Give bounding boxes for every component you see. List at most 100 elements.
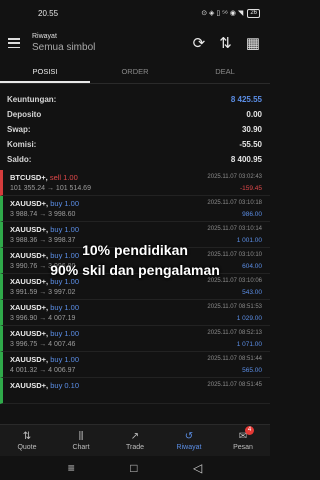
position-date: 2025.11.07 03:10:10 bbox=[207, 252, 262, 258]
position-side: sell 1.00 bbox=[49, 173, 78, 182]
summary-value: 8 400.95 bbox=[230, 155, 262, 164]
position-prices: 3 991.59 → 3 997.02 bbox=[10, 289, 76, 296]
position-profit: 1 001.00 bbox=[236, 237, 262, 244]
page-subtitle: Riwayat bbox=[32, 33, 57, 40]
position-date: 2025.11.07 08:51:45 bbox=[207, 382, 262, 388]
summary-value: 0.00 bbox=[246, 110, 262, 119]
app-bar: Riwayat Semua simbol ⟳ ⇅ ▦ bbox=[0, 26, 270, 60]
nav-trade[interactable]: ↗ Trade bbox=[108, 425, 162, 456]
summary-label: Keuntungan: bbox=[7, 95, 57, 104]
position-symbol: XAUUSD+, bbox=[10, 199, 49, 208]
position-prices: 3 988.36 → 3 998.37 bbox=[10, 237, 76, 244]
position-row[interactable]: XAUUSD+, buy 1.00 2025.11.07 03:10:14 3 9… bbox=[0, 222, 270, 248]
unread-badge: 4 bbox=[245, 426, 254, 435]
position-date: 2025.11.07 03:02:43 bbox=[207, 174, 262, 180]
position-side: buy 0.10 bbox=[50, 381, 80, 390]
summary-label: Deposito bbox=[7, 110, 42, 119]
position-side: buy 1.00 bbox=[50, 329, 80, 338]
nav-chart[interactable]: ⫼ Chart bbox=[54, 425, 108, 456]
position-profit: 986.00 bbox=[242, 211, 262, 218]
status-time: 20.55 bbox=[38, 8, 59, 18]
nav-quote[interactable]: ⇅ Quote bbox=[0, 425, 54, 456]
history-icon: ↺ bbox=[184, 430, 194, 442]
recent-apps-icon[interactable]: ≡ bbox=[68, 461, 75, 475]
nav-label: Riwayat bbox=[176, 443, 202, 451]
position-row[interactable]: XAUUSD+, buy 1.00 2025.11.07 08:51:44 4 0… bbox=[0, 352, 270, 378]
summary-row-commission: Komisi: -55.50 bbox=[0, 137, 270, 152]
position-row[interactable]: XAUUSD+, buy 1.00 2025.11.07 03:10:10 3 9… bbox=[0, 248, 270, 274]
summary-panel: Keuntungan: 8 425.55 Deposito 0.00 Swap:… bbox=[0, 92, 270, 168]
position-date: 2025.11.07 08:51:44 bbox=[207, 356, 262, 362]
position-profit: 543.00 bbox=[242, 289, 262, 296]
nav-label: Chart bbox=[72, 443, 90, 451]
sort-icon[interactable]: ⇅ bbox=[219, 34, 232, 52]
position-date: 2025.11.07 03:10:18 bbox=[207, 200, 262, 206]
position-profit: 604.00 bbox=[242, 263, 262, 270]
position-row[interactable]: BTCUSD+, sell 1.00 2025.11.07 03:02:43 10… bbox=[0, 170, 270, 196]
summary-label: Komisi: bbox=[7, 140, 37, 149]
position-side: buy 1.00 bbox=[50, 199, 80, 208]
status-icon-group: ⊙ ◈ ▯ ⁵⁶ ◉ ◥ bbox=[201, 10, 244, 17]
position-symbol: XAUUSD+, bbox=[10, 381, 49, 390]
position-symbol: XAUUSD+, bbox=[10, 303, 49, 312]
summary-row-profit: Keuntungan: 8 425.55 bbox=[0, 92, 270, 107]
tab-posisi[interactable]: POSISI bbox=[0, 62, 90, 83]
position-row[interactable]: XAUUSD+, buy 1.00 2025.11.07 03:10:06 3 9… bbox=[0, 274, 270, 300]
position-date: 2025.11.07 08:52:13 bbox=[207, 330, 262, 336]
position-row[interactable]: XAUUSD+, buy 0.10 2025.11.07 08:51:45 bbox=[0, 378, 270, 404]
position-profit: 1 029.00 bbox=[236, 315, 262, 322]
summary-value: -55.50 bbox=[239, 140, 262, 149]
summary-row-deposit: Deposito 0.00 bbox=[0, 107, 270, 122]
tab-order[interactable]: ORDER bbox=[90, 62, 180, 83]
nav-messages[interactable]: ✉ Pesan 4 bbox=[216, 425, 270, 456]
system-nav: ≡ □ ◁ bbox=[0, 456, 270, 480]
position-prices: 3 996.90 → 4 007.19 bbox=[10, 315, 76, 322]
position-prices: 101 355.24 → 101 514.69 bbox=[10, 185, 91, 192]
trade-icon: ↗ bbox=[130, 430, 140, 442]
status-icons: ⊙ ◈ ▯ ⁵⁶ ◉ ◥ 26 bbox=[201, 8, 260, 18]
position-row[interactable]: XAUUSD+, buy 1.00 2025.11.07 03:10:18 3 9… bbox=[0, 196, 270, 222]
nav-history[interactable]: ↺ Riwayat bbox=[162, 425, 216, 456]
home-icon[interactable]: □ bbox=[130, 461, 137, 475]
position-date: 2025.11.07 08:51:53 bbox=[207, 304, 262, 310]
position-side: buy 1.00 bbox=[50, 355, 80, 364]
calendar-icon[interactable]: ▦ bbox=[246, 34, 260, 52]
position-symbol: XAUUSD+, bbox=[10, 225, 49, 234]
battery-icon: 26 bbox=[247, 8, 260, 18]
header-titles: Riwayat Semua simbol bbox=[32, 33, 193, 53]
position-prices: 4 001.32 → 4 006.97 bbox=[10, 367, 76, 374]
history-tabs: POSISI ORDER DEAL bbox=[0, 62, 270, 84]
position-prices: 3 996.75 → 4 007.46 bbox=[10, 341, 76, 348]
nav-label: Pesan bbox=[233, 443, 253, 451]
page-title: Semua simbol bbox=[32, 42, 96, 53]
app-actions: ⟳ ⇅ ▦ bbox=[193, 34, 260, 52]
position-row[interactable]: XAUUSD+, buy 1.00 2025.11.07 08:51:53 3 9… bbox=[0, 300, 270, 326]
position-profit: 565.00 bbox=[242, 367, 262, 374]
nav-label: Quote bbox=[17, 443, 37, 451]
summary-value: 8 425.55 bbox=[230, 95, 262, 104]
positions-list: BTCUSD+, sell 1.00 2025.11.07 03:02:43 10… bbox=[0, 170, 270, 422]
position-row[interactable]: XAUUSD+, buy 1.00 2025.11.07 08:52:13 3 9… bbox=[0, 326, 270, 352]
chart-icon: ⫼ bbox=[78, 430, 84, 442]
quote-icon: ⇅ bbox=[22, 430, 32, 442]
position-symbol: BTCUSD+, bbox=[10, 173, 48, 182]
summary-row-swap: Swap: 30.90 bbox=[0, 122, 270, 137]
bottom-nav: ⇅ Quote ⫼ Chart ↗ Trade ↺ Riwayat ✉ Pesa… bbox=[0, 424, 270, 456]
position-side: buy 1.00 bbox=[50, 303, 80, 312]
position-profit: -159.45 bbox=[239, 185, 262, 192]
position-symbol: XAUUSD+, bbox=[10, 355, 49, 364]
refresh-icon[interactable]: ⟳ bbox=[193, 34, 206, 52]
position-date: 2025.11.07 03:10:06 bbox=[207, 278, 262, 284]
summary-row-balance: Saldo: 8 400.95 bbox=[0, 152, 270, 167]
summary-value: 30.90 bbox=[241, 125, 262, 134]
status-bar: 20.55 ⊙ ◈ ▯ ⁵⁶ ◉ ◥ 26 bbox=[0, 0, 270, 26]
position-symbol: XAUUSD+, bbox=[10, 277, 49, 286]
position-side: buy 1.00 bbox=[50, 277, 80, 286]
tab-deal[interactable]: DEAL bbox=[180, 62, 270, 83]
position-date: 2025.11.07 03:10:14 bbox=[207, 226, 262, 232]
position-profit: 1 071.00 bbox=[236, 341, 262, 348]
back-icon[interactable]: ◁ bbox=[193, 461, 202, 475]
position-side: buy 1.00 bbox=[50, 251, 80, 260]
position-prices: 3 988.74 → 3 998.60 bbox=[10, 211, 76, 218]
menu-icon[interactable] bbox=[8, 38, 20, 48]
